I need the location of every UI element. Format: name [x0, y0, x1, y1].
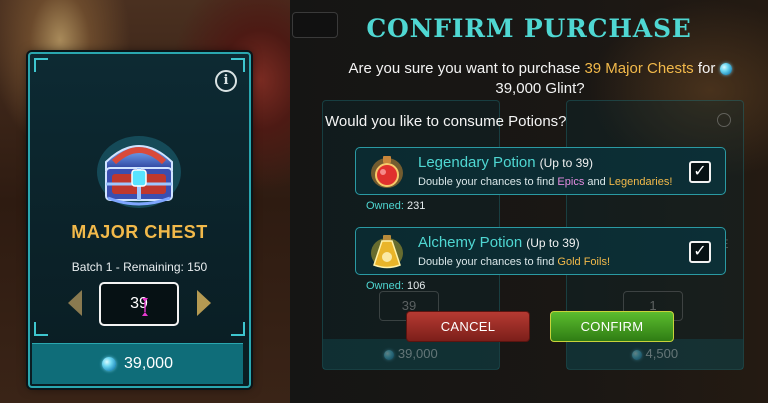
major-chest-card: i MAJOR CHEST Batch 1 - Remaining: 150 3…	[28, 52, 251, 388]
legendary-owned: Owned: 231	[366, 200, 426, 212]
price-value: 39,000	[124, 355, 173, 372]
potion-question: Would you like to consume Potions?	[325, 113, 567, 130]
chest-title: MAJOR CHEST	[71, 222, 208, 242]
glint-icon	[631, 349, 642, 360]
confirm-button[interactable]: CONFIRM	[550, 311, 674, 342]
background-card-price: 4,500	[567, 339, 743, 369]
alchemy-owned: Owned: 106	[366, 280, 426, 292]
potion-description: Double your chances to find Gold Foils!	[418, 256, 610, 268]
glint-icon	[384, 349, 395, 360]
buy-price-button[interactable]: 39,000	[32, 343, 243, 384]
batch-remaining: Batch 1 - Remaining: 150	[71, 260, 208, 274]
chevron-right-icon[interactable]	[197, 290, 211, 316]
potion-name: Alchemy Potion (Up to 39)	[418, 234, 580, 251]
legendary-potion-checkbox[interactable]: ✓	[689, 161, 711, 183]
chest-icon	[97, 136, 181, 208]
legendary-potion-icon	[371, 156, 403, 188]
potion-name: Legendary Potion (Up to 39)	[418, 154, 593, 171]
alchemy-potion-icon	[371, 235, 403, 269]
chevron-left-icon[interactable]	[68, 290, 82, 316]
potion-description: Double your chances to find Epics and Le…	[418, 176, 673, 188]
cancel-button[interactable]: CANCEL	[406, 311, 530, 342]
purchase-question: Are you sure you want to purchase 39 Maj…	[330, 59, 750, 99]
info-icon	[717, 113, 731, 127]
alchemy-potion-checkbox[interactable]: ✓	[689, 241, 711, 263]
info-icon[interactable]: i	[215, 70, 237, 92]
background-card-price: 39,000	[323, 339, 499, 369]
glint-icon	[719, 63, 732, 76]
quantity-input[interactable]: 39	[99, 282, 179, 326]
glint-icon	[102, 357, 117, 371]
alchemy-potion-row[interactable]: Alchemy Potion (Up to 39) Double your cha…	[355, 227, 726, 275]
dialog-title: CONFIRM PURCHASE	[366, 14, 692, 43]
legendary-potion-row[interactable]: Legendary Potion (Up to 39) Double your c…	[355, 147, 726, 195]
text-cursor-icon	[142, 298, 148, 316]
